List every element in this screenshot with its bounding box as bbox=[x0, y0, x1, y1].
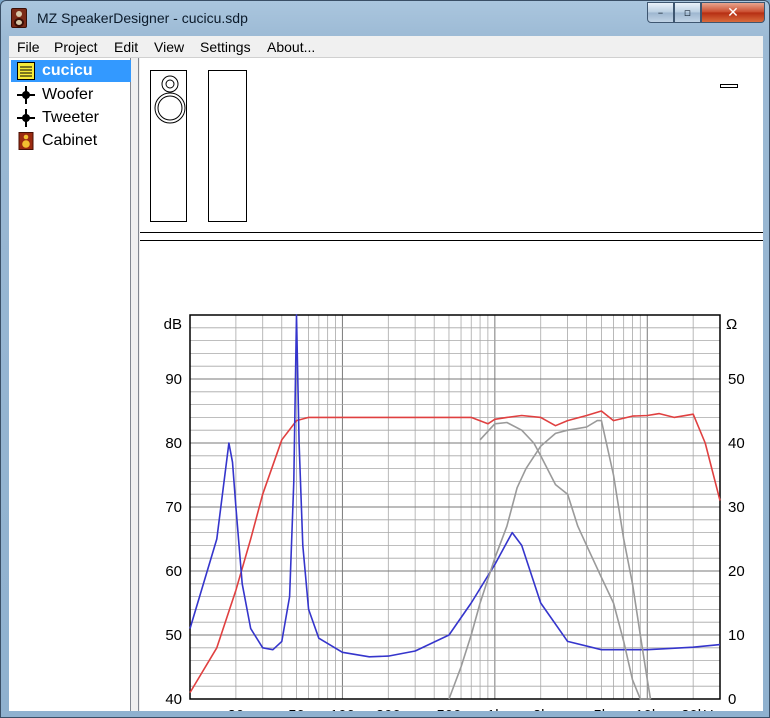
y-left-tick-label: 70 bbox=[165, 499, 182, 516]
app-window: MZ SpeakerDesigner - cucicu.sdp – ▫ ✕ Fi… bbox=[0, 0, 770, 718]
y-right-tick-label: 40 bbox=[728, 435, 745, 452]
woofer-cone bbox=[157, 95, 183, 121]
tree-item-label: Woofer bbox=[42, 86, 94, 103]
y-left-tick-label: 60 bbox=[165, 563, 182, 580]
y-left-tick-label: 40 bbox=[165, 691, 182, 708]
cabinet-side-outline bbox=[208, 70, 247, 222]
y-left-unit-label: dB bbox=[164, 316, 182, 333]
project-icon bbox=[17, 62, 35, 80]
cabinet-preview bbox=[150, 70, 247, 222]
menu-view[interactable]: View bbox=[154, 39, 184, 55]
x-tick-label: 100 bbox=[330, 707, 355, 711]
tree-item-project[interactable]: cucicu bbox=[11, 60, 131, 82]
tweeter-dome bbox=[165, 79, 175, 89]
cabinet-icon bbox=[18, 132, 34, 150]
tree-item-woofer[interactable]: Woofer bbox=[11, 84, 131, 106]
driver-node-icon bbox=[17, 109, 35, 127]
minimize-button[interactable]: – bbox=[647, 2, 674, 23]
maximize-button[interactable]: ▫ bbox=[674, 2, 701, 23]
frequency-response-chart[interactable]: dB 40 50 60 70 80 90 Ω 0 10 20 30 40 50 20 50 100 200 500 1… bbox=[140, 243, 763, 711]
x-tick-label: 10k bbox=[635, 707, 660, 711]
x-tick-label: 2k bbox=[533, 707, 549, 711]
tree-item-cabinet[interactable]: Cabinet bbox=[11, 130, 131, 152]
y-right-unit-label: Ω bbox=[726, 316, 737, 333]
x-tick-label: 1k bbox=[487, 707, 503, 711]
collapse-handle[interactable] bbox=[720, 84, 738, 88]
title-bar[interactable]: MZ SpeakerDesigner - cucicu.sdp – ▫ ✕ bbox=[1, 1, 769, 35]
y-left-tick-label: 80 bbox=[165, 435, 182, 452]
tree-item-label: Tweeter bbox=[42, 109, 99, 126]
close-button[interactable]: ✕ bbox=[701, 2, 765, 23]
speaker-app-icon bbox=[11, 8, 27, 28]
y-right-tick-label: 50 bbox=[728, 371, 745, 388]
x-unit-label: Hz bbox=[703, 707, 721, 711]
tweeter-circle bbox=[161, 75, 179, 93]
pane-separator bbox=[140, 232, 763, 233]
y-right-tick-label: 30 bbox=[728, 499, 745, 516]
x-tick-label: 500 bbox=[436, 707, 461, 711]
x-tick-label: 20 bbox=[228, 707, 245, 711]
tree-item-tweeter[interactable]: Tweeter bbox=[11, 107, 131, 129]
y-right-tick-label: 10 bbox=[728, 627, 745, 644]
menu-file[interactable]: File bbox=[17, 39, 40, 55]
pane-splitter[interactable] bbox=[131, 58, 139, 711]
menu-bar: File Project Edit View Settings About... bbox=[9, 36, 763, 58]
menu-edit[interactable]: Edit bbox=[114, 39, 138, 55]
y-left-tick-label: 50 bbox=[165, 627, 182, 644]
project-tree[interactable]: cucicu Woofer Tweeter Cabinet bbox=[9, 58, 131, 711]
x-tick-label: 200 bbox=[376, 707, 401, 711]
window-title: MZ SpeakerDesigner - cucicu.sdp bbox=[37, 10, 248, 26]
tree-item-label: cucicu bbox=[42, 62, 93, 79]
menu-project[interactable]: Project bbox=[54, 39, 98, 55]
menu-settings[interactable]: Settings bbox=[200, 39, 251, 55]
driver-node-icon bbox=[17, 86, 35, 104]
x-tick-label: 5k bbox=[593, 707, 609, 711]
tree-item-label: Cabinet bbox=[42, 132, 98, 149]
y-right-tick-label: 20 bbox=[728, 563, 745, 580]
y-left-tick-label: 90 bbox=[165, 371, 182, 388]
design-pane: dB 40 50 60 70 80 90 Ω 0 10 20 30 40 50 20 50 100 200 500 1… bbox=[140, 58, 763, 711]
menu-about[interactable]: About... bbox=[267, 39, 315, 55]
pane-separator bbox=[140, 240, 763, 241]
woofer-circle bbox=[154, 92, 186, 124]
y-right-tick-label: 0 bbox=[728, 691, 736, 708]
x-tick-label: 50 bbox=[288, 707, 305, 711]
client-area: cucicu Woofer Tweeter Cabinet dB 40 50 6… bbox=[9, 58, 763, 711]
